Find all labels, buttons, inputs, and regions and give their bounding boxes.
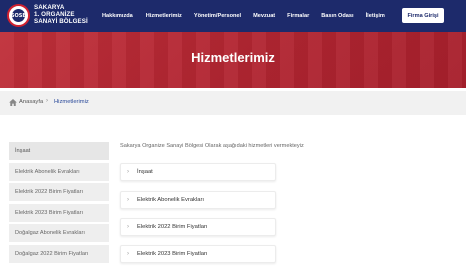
breadcrumb-separator: › [46,98,48,104]
logo-mark: SOSB [11,9,26,22]
page-title: Hizmetlerimiz [191,50,275,65]
chevron-right-icon: › [127,169,129,175]
sidebar-item-elektrik-2023[interactable]: Elektrik 2023 Birim Fiyatları [9,203,109,222]
firma-girisi-button[interactable]: Firma Girişi [402,8,444,23]
accordion-item-insaat[interactable]: › İnşaat [120,163,276,181]
accordion-item-label: Elektrik 2023 Birim Fiyatları [137,251,208,257]
brand-line-3: SANAYİ BÖLGESİ [34,18,88,26]
nav-firmalar[interactable]: Firmalar [287,13,309,19]
accordion-item-elektrik-abonelik[interactable]: › Elektrik Abonelik Evrakları [120,191,276,209]
chevron-right-icon: › [127,197,129,203]
home-icon[interactable] [9,99,17,106]
services-sidebar: İnşaat Elektrik Abonelik Evrakları Elekt… [9,142,109,265]
accordion-item-elektrik-2023[interactable]: › Elektrik 2023 Birim Fiyatları [120,245,276,263]
main-nav: Hakkımızda Hizmetlerimiz Yönetim/Persone… [100,0,385,32]
nav-iletisim[interactable]: İletişim [366,13,385,19]
nav-hakkimizda[interactable]: Hakkımızda [102,13,133,19]
sidebar-item-elektrik-abonelik[interactable]: Elektrik Abonelik Evrakları [9,162,109,181]
sidebar-item-insaat[interactable]: İnşaat [9,142,109,160]
sidebar-item-elektrik-2022[interactable]: Elektrik 2022 Birim Fiyatları [9,183,109,201]
breadcrumb: Anasayfa › Hizmetlerimiz [0,91,466,115]
logo[interactable]: SOSB [7,4,30,27]
chevron-right-icon: › [127,251,129,257]
breadcrumb-current[interactable]: Hizmetlerimiz [54,99,89,105]
accordion-item-label: Elektrik 2022 Birim Fiyatları [137,224,208,230]
accordion-item-label: İnşaat [137,169,153,175]
brand-name[interactable]: SAKARYA 1. ORGANİZE SANAYİ BÖLGESİ [34,4,88,26]
brand-line-2: 1. ORGANİZE [34,11,75,19]
chevron-right-icon: › [127,224,129,230]
brand-line-1: SAKARYA [34,4,65,11]
hero-banner: Hizmetlerimiz [0,32,466,88]
nav-yonetim-personel[interactable]: Yönetim/Personel [194,13,241,19]
intro-text: Sakarya Organize Sanayi Bölgesi Olarak a… [120,143,304,149]
accordion-item-elektrik-2022[interactable]: › Elektrik 2022 Birim Fiyatları [120,218,276,236]
top-navigation-bar: SOSB SAKARYA 1. ORGANİZE SANAYİ BÖLGESİ … [0,0,466,32]
sidebar-item-dogalgaz-abonelik[interactable]: Doğalgaz Abonelik Evrakları [9,224,109,242]
accordion-item-label: Elektrik Abonelik Evrakları [137,197,205,203]
nav-basin-odasi[interactable]: Basın Odası [321,13,353,19]
nav-hizmetlerimiz[interactable]: Hizmetlerimiz [146,13,182,19]
breadcrumb-home-link[interactable]: Anasayfa [19,99,43,105]
sidebar-item-dogalgaz-2022[interactable]: Doğalgaz 2022 Birim Fiyatları [9,244,109,263]
nav-mevzuat[interactable]: Mevzuat [253,13,275,19]
